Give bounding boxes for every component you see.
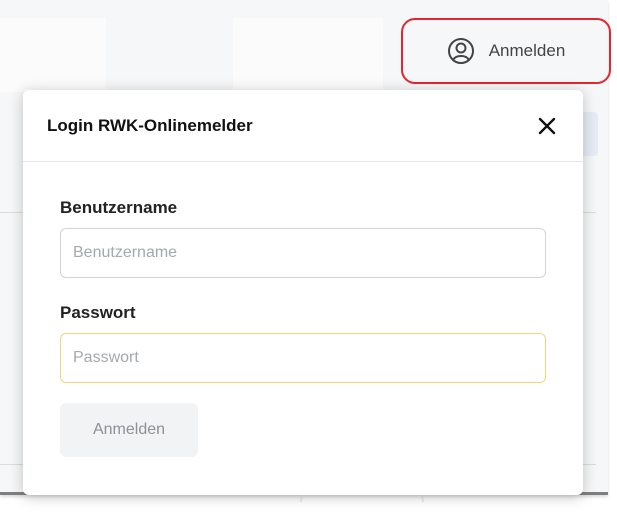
close-button[interactable] <box>533 112 561 140</box>
login-popover: Login RWK-Onlinemelder Benutzername Pass… <box>23 90 583 495</box>
login-popover-header: Login RWK-Onlinemelder <box>23 90 583 162</box>
close-icon <box>538 117 556 134</box>
login-form: Benutzername Passwort Anmelden <box>23 162 583 457</box>
user-circle-icon <box>447 37 475 65</box>
login-submit-button[interactable]: Anmelden <box>60 403 198 457</box>
login-popover-title: Login RWK-Onlinemelder <box>47 115 253 135</box>
username-label: Benutzername <box>60 198 178 217</box>
header-login-label: Anmelden <box>488 41 566 60</box>
background-card <box>0 18 106 92</box>
password-input[interactable] <box>60 333 546 383</box>
username-input[interactable] <box>60 228 546 278</box>
background-card <box>233 18 383 92</box>
header-login-button[interactable]: Anmelden <box>401 18 611 84</box>
password-label: Passwort <box>60 303 136 322</box>
